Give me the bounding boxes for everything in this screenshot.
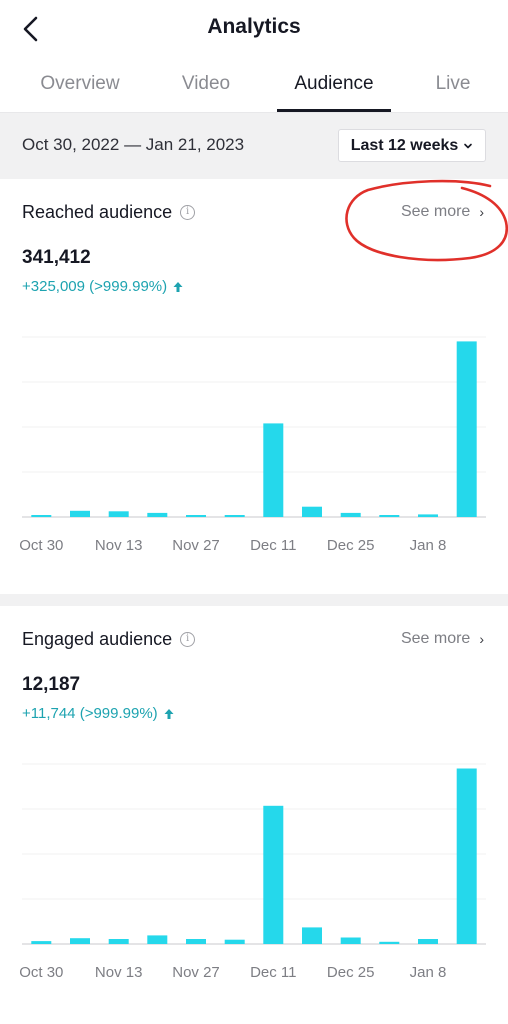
chart-bar[interactable] xyxy=(418,514,438,517)
top-bar: Analytics xyxy=(0,0,508,58)
card-title: Reached audience i xyxy=(22,202,196,223)
section-divider xyxy=(0,594,508,606)
x-tick-label: Dec 11 xyxy=(250,537,296,554)
x-tick-label: Dec 25 xyxy=(327,964,375,981)
active-tab-indicator xyxy=(277,109,391,112)
chart-bar[interactable] xyxy=(147,935,168,944)
reached-audience-chart: Oct 30 Nov 13 Nov 27 Dec 11 Dec 25 Jan 8 xyxy=(0,309,508,569)
arrow-up-icon xyxy=(164,708,174,719)
chart-bar[interactable] xyxy=(263,805,284,944)
see-more-button[interactable]: See more › xyxy=(401,630,484,648)
x-tick-label: Oct 30 xyxy=(19,537,63,554)
chart-bar[interactable] xyxy=(224,515,245,517)
chevron-right-icon: › xyxy=(479,204,484,220)
metric-change: +325,009 (>999.99%) xyxy=(22,278,183,295)
see-more-button[interactable]: See more › xyxy=(401,203,484,221)
chart-bar[interactable] xyxy=(147,512,168,517)
metric-change: +11,744 (>999.99%) xyxy=(22,705,174,722)
card-title: Engaged audience i xyxy=(22,629,196,650)
x-tick-label: Jan 8 xyxy=(410,537,447,554)
tab-overview[interactable]: Overview xyxy=(28,58,132,113)
metric-value: 12,187 xyxy=(22,674,81,695)
bar-chart: Oct 30 Nov 13 Nov 27 Dec 11 Dec 25 Jan 8 xyxy=(19,336,486,554)
metric-change-label: +325,009 (>999.99%) xyxy=(22,278,168,295)
see-more-label: See more xyxy=(400,630,471,647)
metric-change-label: +11,744 (>999.99%) xyxy=(22,705,158,722)
info-icon[interactable]: i xyxy=(180,632,196,647)
chart-bar[interactable] xyxy=(302,506,322,517)
arrow-up-icon xyxy=(173,281,183,292)
card-title-label: Engaged audience xyxy=(22,629,173,649)
chart-bar[interactable] xyxy=(456,768,477,945)
chart-bar[interactable] xyxy=(70,938,90,944)
reached-audience-card: Reached audience i See more › 341,412 +3… xyxy=(0,179,508,594)
x-tick-label: Nov 13 xyxy=(95,537,143,554)
info-icon[interactable]: i xyxy=(180,205,196,220)
date-filter-bar: Oct 30, 2022 — Jan 21, 2023 Last 12 week… xyxy=(0,113,508,179)
x-tick-label: Jan 8 xyxy=(410,964,447,981)
engaged-audience-chart: Oct 30 Nov 13 Nov 27 Dec 11 Dec 25 Jan 8 xyxy=(0,736,508,996)
x-tick-label: Dec 11 xyxy=(250,964,296,981)
x-tick-label: Nov 27 xyxy=(172,537,220,554)
page-title: Analytics xyxy=(207,15,301,38)
chart-bar[interactable] xyxy=(108,939,129,944)
tab-bar: Overview Video Audience Live xyxy=(0,58,508,113)
chart-bar[interactable] xyxy=(70,510,90,517)
chart-bar[interactable] xyxy=(456,341,477,517)
card-title-label: Reached audience xyxy=(22,202,173,222)
chart-bar[interactable] xyxy=(186,515,206,517)
chart-bar[interactable] xyxy=(379,515,400,517)
x-tick-label: Nov 27 xyxy=(172,964,220,981)
x-tick-label: Dec 25 xyxy=(327,537,375,554)
engaged-audience-card: Engaged audience i See more › 12,187 +11… xyxy=(0,606,508,1024)
chart-bar[interactable] xyxy=(224,939,245,944)
chart-bar[interactable] xyxy=(186,939,206,944)
date-range: Oct 30, 2022 — Jan 21, 2023 xyxy=(22,135,245,154)
metric-value: 341,412 xyxy=(22,247,91,268)
chart-bar[interactable] xyxy=(31,941,52,944)
chart-bar[interactable] xyxy=(379,941,400,944)
tab-video[interactable]: Video xyxy=(166,58,246,113)
see-more-label: See more xyxy=(400,203,471,220)
bar-chart: Oct 30 Nov 13 Nov 27 Dec 11 Dec 25 Jan 8 xyxy=(19,763,486,981)
chevron-right-icon: › xyxy=(479,631,484,647)
chart-bar[interactable] xyxy=(418,939,438,944)
tab-audience[interactable]: Audience xyxy=(280,58,388,113)
tab-live[interactable]: Live xyxy=(424,58,482,113)
x-tick-label: Oct 30 xyxy=(19,964,63,981)
chevron-down-icon xyxy=(464,143,473,148)
period-dropdown[interactable]: Last 12 weeks xyxy=(338,129,486,162)
chart-bar[interactable] xyxy=(108,511,129,517)
chart-bar[interactable] xyxy=(31,515,52,517)
chart-bar[interactable] xyxy=(340,937,361,945)
period-label: Last 12 weeks xyxy=(350,136,459,154)
chart-bar[interactable] xyxy=(340,512,361,517)
x-tick-label: Nov 13 xyxy=(95,964,143,981)
chart-bar[interactable] xyxy=(302,927,322,944)
chart-bar[interactable] xyxy=(263,423,284,517)
